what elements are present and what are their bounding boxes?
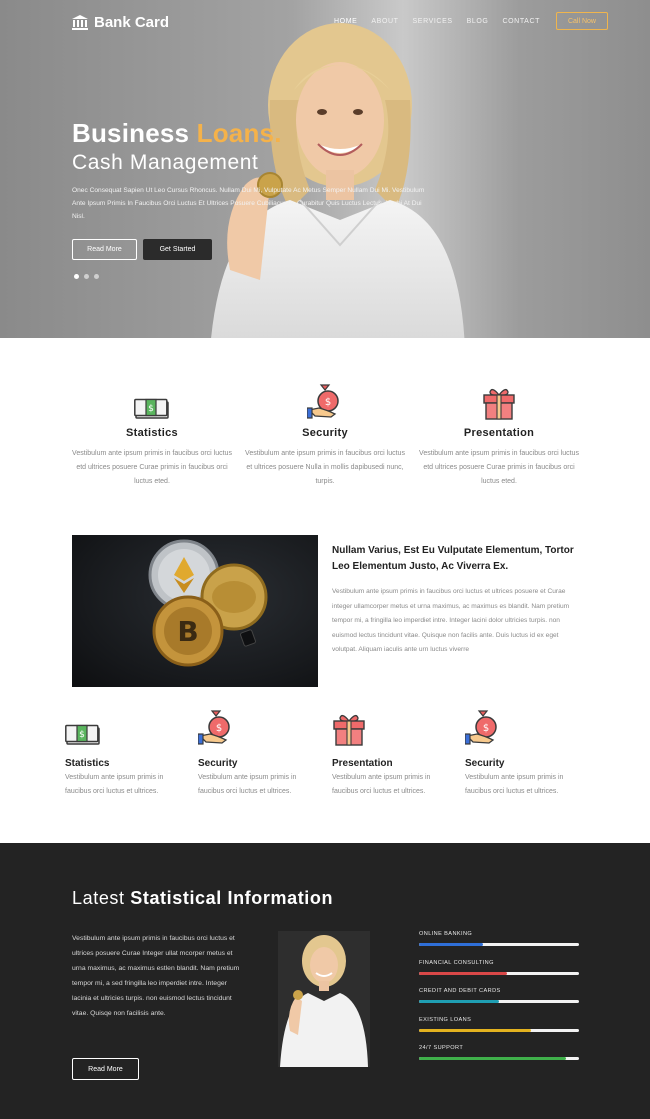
skills-list: ONLINE BANKING FINANCIAL CONSULTING CREDIT… bbox=[419, 931, 579, 1074]
feature-card: $ Security Vestibulum ante ipsum primis … bbox=[245, 380, 405, 489]
small-feature-text: Vestibulum ante ipsum primis in faucibus… bbox=[198, 774, 297, 795]
brand-logo[interactable]: Bank Card bbox=[72, 14, 169, 31]
skill-progress-fill bbox=[419, 1000, 499, 1003]
small-feature-text: Vestibulum ante ipsum primis in faucibus… bbox=[465, 774, 564, 795]
svg-text:$: $ bbox=[483, 723, 489, 734]
hero-woman-image bbox=[211, 23, 465, 338]
hero-get-started-button[interactable]: Get Started bbox=[143, 239, 212, 260]
skill-progress-fill bbox=[419, 943, 483, 946]
money-bag-hand-icon: $ bbox=[307, 384, 339, 419]
feature-card: Presentation Vestibulum ante ipsum primi… bbox=[419, 380, 579, 489]
hero-title: Business Loans. bbox=[72, 118, 282, 149]
crypto-coins-image: B bbox=[72, 535, 318, 687]
brand-name: Bank Card bbox=[94, 14, 170, 31]
hero-title-main: Business bbox=[72, 118, 197, 148]
small-feature-text: Vestibulum ante ipsum primis in faucibus… bbox=[332, 774, 431, 795]
svg-text:B: B bbox=[177, 615, 198, 648]
svg-text:$: $ bbox=[148, 404, 154, 414]
skill-progress-fill bbox=[419, 971, 507, 975]
stats-text: Vestibulum ante ipsum primis in faucibus… bbox=[72, 935, 240, 1018]
small-feature-card: Presentation Vestibulum ante ipsum primi… bbox=[332, 712, 457, 799]
stats-title-light: Latest bbox=[72, 888, 131, 908]
skill-label: 24/7 SUPPORT bbox=[419, 1045, 464, 1051]
gift-icon bbox=[483, 388, 515, 420]
skill-label: CREDIT AND DEBIT CARDS bbox=[419, 988, 501, 994]
nav-blog[interactable]: BLOG bbox=[467, 18, 489, 25]
nav-home[interactable]: HOME bbox=[334, 18, 357, 25]
feature-title: Security bbox=[302, 427, 348, 439]
skill-progress-track bbox=[419, 1000, 579, 1003]
nav-about[interactable]: ABOUT bbox=[371, 18, 398, 25]
small-feature-text: Vestibulum ante ipsum primis in faucibus… bbox=[65, 774, 164, 795]
nav-contact[interactable]: CONTACT bbox=[502, 18, 540, 25]
skill-label: FINANCIAL CONSULTING bbox=[419, 959, 494, 966]
small-feature-title: Presentation bbox=[332, 758, 393, 769]
small-feature-card: $ Statistics Vestibulum ante ipsum primi… bbox=[65, 712, 190, 799]
hero-section: Bank Card HOME ABOUT SERVICES BLOG CONTA… bbox=[0, 0, 650, 338]
money-icon: $ bbox=[65, 724, 100, 745]
slider-dot-2[interactable] bbox=[84, 274, 89, 279]
gift-icon bbox=[333, 714, 365, 746]
about-text: Vestibulum ante ipsum primis in faucibus… bbox=[332, 588, 570, 653]
nav-services[interactable]: SERVICES bbox=[413, 18, 453, 25]
svg-text:$: $ bbox=[325, 397, 331, 408]
skill-item: EXISTING LOANS bbox=[419, 1017, 579, 1046]
skill-item: FINANCIAL CONSULTING bbox=[419, 960, 579, 989]
svg-text:$: $ bbox=[79, 730, 85, 740]
skill-label: EXISTING LOANS bbox=[419, 1016, 472, 1023]
slider-dot-3[interactable] bbox=[94, 274, 99, 279]
small-feature-title: Security bbox=[465, 758, 505, 769]
stats-woman-image bbox=[278, 931, 370, 1067]
feature-text: Vestibulum ante ipsum primis in faucibus… bbox=[72, 450, 232, 485]
hero-subtitle: Cash Management bbox=[72, 151, 259, 174]
main-nav: HOME ABOUT SERVICES BLOG CONTACT Call No… bbox=[334, 12, 608, 30]
skill-progress-track bbox=[419, 1028, 579, 1032]
slider-dot-1[interactable] bbox=[74, 274, 79, 279]
money-bag-hand-icon: $ bbox=[465, 710, 497, 745]
hero-title-accent: Loans. bbox=[196, 118, 282, 148]
feature-title: Statistics bbox=[126, 427, 178, 439]
skill-progress-fill bbox=[419, 1057, 567, 1060]
coins-illustration: B bbox=[148, 539, 268, 667]
statistics-section: Latest Statistical Information Vestibulu… bbox=[0, 843, 650, 1119]
stats-title-bold: Statistical Information bbox=[130, 888, 334, 908]
feature-title: Presentation bbox=[463, 427, 535, 439]
skill-label: ONLINE BANKING bbox=[419, 931, 473, 937]
small-feature-card: $ Security Vestibulum ante ipsum primis … bbox=[465, 710, 590, 799]
skill-progress-fill bbox=[419, 1028, 531, 1032]
skill-progress-track bbox=[419, 971, 579, 975]
feature-card: $ Statistics Vestibulum ante ipsum primi… bbox=[72, 380, 232, 489]
skill-item: CREDIT AND DEBIT CARDS bbox=[419, 988, 579, 1017]
skill-progress-track bbox=[419, 1057, 579, 1060]
small-feature-card: $ Security Vestibulum ante ipsum primis … bbox=[198, 710, 323, 799]
small-feature-title: Security bbox=[198, 758, 238, 769]
hero-read-more-button[interactable]: Read More bbox=[72, 239, 137, 260]
hero-description: Onec Consequat Sapien Ut Leo Cursus Rhon… bbox=[72, 187, 425, 220]
money-bag-hand-icon: $ bbox=[198, 710, 230, 745]
about-title: Nullam Varius, Est Eu Vulputate Elementu… bbox=[332, 545, 574, 572]
feature-text: Vestibulum ante ipsum primis in faucibus… bbox=[245, 450, 405, 485]
skill-item: ONLINE BANKING bbox=[419, 931, 579, 960]
feature-text: Vestibulum ante ipsum primis in faucibus… bbox=[419, 450, 579, 485]
slider-dots bbox=[74, 274, 99, 279]
stats-title: Latest Statistical Information bbox=[72, 888, 333, 909]
skill-item: 24/7 SUPPORT bbox=[419, 1045, 579, 1074]
stats-read-more-button[interactable]: Read More bbox=[72, 1058, 139, 1080]
svg-text:$: $ bbox=[216, 723, 222, 734]
small-feature-title: Statistics bbox=[65, 758, 110, 769]
skill-progress-track bbox=[419, 943, 579, 946]
bank-icon bbox=[72, 15, 88, 30]
money-icon: $ bbox=[134, 398, 169, 419]
call-now-button[interactable]: Call Now bbox=[555, 12, 608, 30]
